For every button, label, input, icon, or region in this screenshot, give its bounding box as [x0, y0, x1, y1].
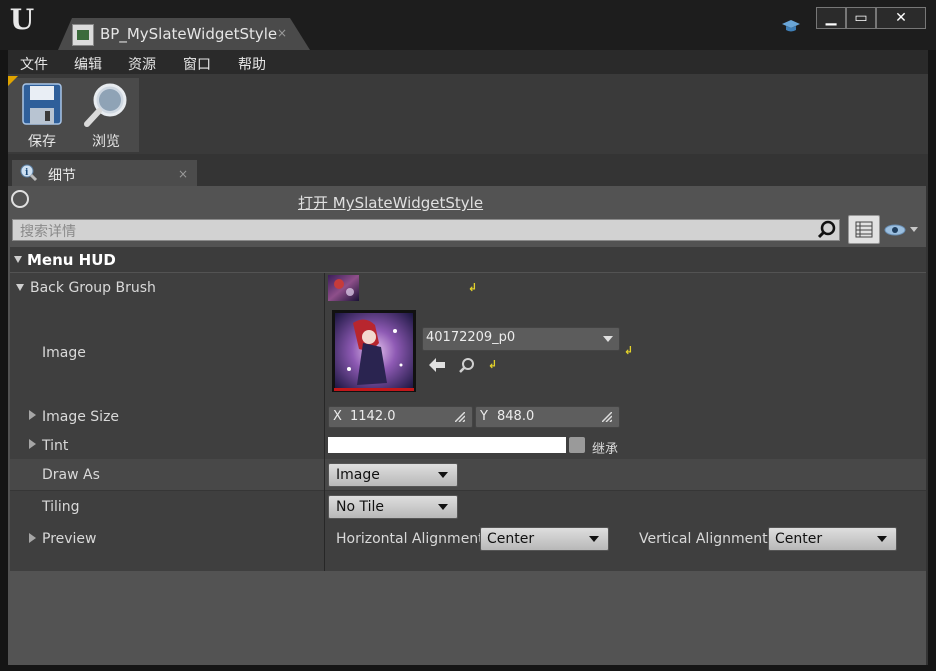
category-expand-icon[interactable] [14, 256, 22, 263]
tiling-label: Tiling [42, 499, 80, 515]
blueprint-asset-icon [72, 24, 94, 46]
horizontal-alignment-label: Horizontal Alignment [336, 531, 484, 547]
tutorial-cap-icon[interactable] [781, 18, 801, 40]
image-label: Image [42, 345, 86, 361]
search-icon[interactable] [816, 219, 838, 241]
image-size-x-axis: X [333, 409, 342, 424]
tint-expand-icon[interactable] [29, 439, 36, 449]
menu-edit[interactable]: 编辑 [74, 54, 102, 74]
chevron-down-icon[interactable] [589, 536, 599, 542]
draw-as-row-bg [10, 459, 926, 491]
tint-label: Tint [42, 438, 69, 454]
image-type-indicator [334, 388, 414, 391]
vertical-alignment-value: Center [775, 531, 823, 547]
details-tab-label: 细节 [48, 168, 76, 184]
image-size-y-value: 848.0 [497, 409, 535, 424]
details-tab[interactable] [12, 160, 197, 186]
image-size-x-value: 1142.0 [350, 409, 396, 424]
details-empty-area [10, 571, 926, 665]
chevron-down-icon[interactable] [438, 472, 448, 478]
drag-handle-icon[interactable] [454, 411, 466, 423]
brush-reset-icon[interactable]: ↲ [468, 281, 477, 294]
inherit-label: 继承 [592, 442, 619, 457]
preview-label: Preview [42, 531, 97, 547]
image-thumbnail[interactable] [335, 313, 413, 389]
image-size-y-axis: Y [480, 409, 488, 424]
toolbar [8, 74, 928, 154]
details-tab-close-icon[interactable]: × [178, 167, 188, 181]
tint-color-swatch[interactable] [328, 437, 566, 453]
image-size-label: Image Size [42, 409, 120, 425]
menu-window[interactable]: 窗口 [183, 54, 211, 74]
preview-expand-icon[interactable] [29, 533, 36, 543]
category-title: Menu HUD [27, 251, 116, 269]
menu-asset[interactable]: 资源 [128, 54, 156, 74]
column-divider[interactable] [324, 273, 325, 571]
magnifier-icon [84, 83, 127, 127]
draw-as-value: Image [336, 467, 380, 483]
use-selected-arrow-icon[interactable] [428, 357, 446, 373]
horizontal-alignment-value: Center [487, 531, 535, 547]
browse-label: 浏览 [92, 134, 120, 150]
search-input[interactable]: 搜索详情 [20, 221, 76, 241]
close-button[interactable]: ✕ [876, 7, 926, 29]
inherit-checkbox[interactable] [569, 437, 585, 453]
asset-dropdown-icon[interactable] [603, 336, 613, 342]
list-icon [855, 221, 873, 238]
save-icon [22, 83, 62, 125]
menu-file[interactable]: 文件 [20, 54, 48, 74]
unreal-logo-icon: U [9, 3, 35, 36]
brush-preview-thumbnail [328, 275, 359, 301]
chevron-down-icon[interactable] [877, 536, 887, 542]
back-group-brush-label: Back Group Brush [30, 280, 156, 296]
search-box[interactable] [12, 219, 840, 241]
asset-picker-value: 40172209_p0 [426, 330, 516, 345]
minimize-button[interactable]: ▁ [816, 7, 846, 29]
save-label: 保存 [28, 134, 56, 150]
vertical-alignment-label: Vertical Alignment [639, 531, 768, 547]
document-tab-label: BP_MySlateWidgetStyle [100, 25, 278, 43]
image-size-expand-icon[interactable] [29, 410, 36, 420]
category-header[interactable] [10, 247, 926, 272]
chevron-down-icon[interactable] [438, 504, 448, 510]
browse-asset-icon[interactable] [458, 357, 476, 373]
row-separator [10, 490, 926, 491]
document-tab-close-icon[interactable]: × [277, 26, 287, 40]
menu-help[interactable]: 帮助 [238, 54, 266, 74]
lock-icon[interactable] [11, 190, 29, 208]
asset-reset-icon[interactable]: ↲ [488, 358, 497, 371]
open-asset-link[interactable]: 打开 MySlateWidgetStyle [298, 192, 483, 213]
maximize-button[interactable]: ▭ [846, 7, 876, 29]
details-info-icon: i [20, 164, 38, 182]
tiling-value: No Tile [336, 499, 385, 515]
brush-expand-icon[interactable] [16, 284, 24, 291]
drag-handle-icon[interactable] [601, 411, 613, 423]
view-options-button[interactable] [848, 215, 880, 244]
svg-text:i: i [25, 168, 29, 178]
image-reset-icon[interactable]: ↲ [624, 344, 633, 357]
eye-icon[interactable] [884, 222, 920, 238]
draw-as-label: Draw As [42, 467, 100, 483]
